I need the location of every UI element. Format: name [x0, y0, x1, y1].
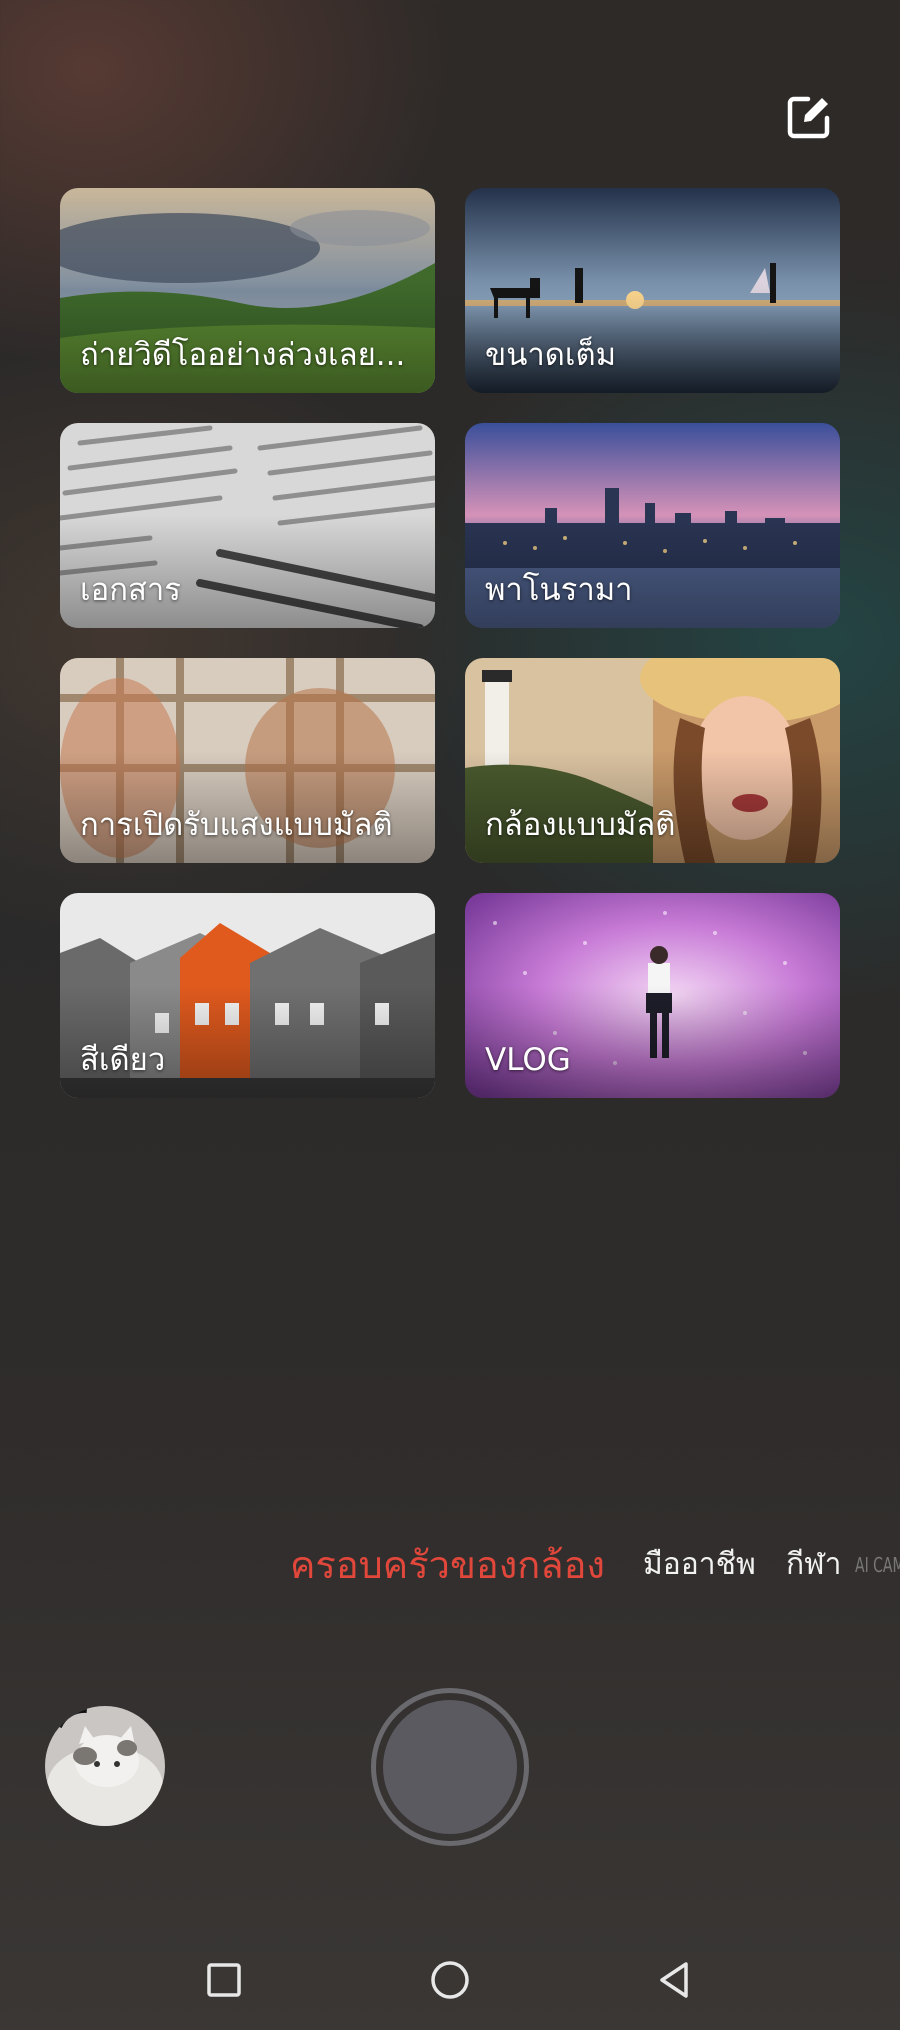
gallery-thumbnail-button[interactable] — [45, 1706, 165, 1826]
square-icon — [207, 1963, 241, 1997]
mode-label: พาโนรามา — [485, 572, 633, 608]
mode-card-vlog[interactable]: VLOG — [465, 893, 840, 1098]
mode-label: ขนาดเต็ม — [485, 337, 617, 373]
tab-camera-family[interactable]: ครอบครัวของกล้อง — [290, 1540, 605, 1590]
mode-card-document[interactable]: เอกสาร — [60, 423, 435, 628]
cat-photo-icon — [45, 1706, 165, 1826]
camera-mode-grid: ถ่ายวิดีโออย่างล่วงเลย... ขนาดเต็ม เอกสา… — [60, 188, 840, 1098]
mode-card-timelapse[interactable]: ถ่ายวิดีโออย่างล่วงเลย... — [60, 188, 435, 393]
triangle-back-icon — [660, 1962, 688, 1998]
mode-label: เอกสาร — [80, 572, 181, 608]
mode-card-multi-camera[interactable]: กล้องแบบมัลติ — [465, 658, 840, 863]
tab-sport[interactable]: กีฬา — [786, 1540, 842, 1590]
tab-pro[interactable]: มืออาชีพ — [643, 1540, 756, 1590]
mode-label: การเปิดรับแสงแบบมัลติ — [80, 807, 393, 843]
home-button[interactable] — [420, 1950, 480, 2010]
camera-mode-tabs: ครอบครัวของกล้อง มืออาชีพ กีฬา AI CAM — [0, 1540, 900, 1590]
edit-button[interactable] — [782, 90, 836, 144]
tab-ai-cam[interactable]: AI CAM — [855, 1540, 900, 1590]
mode-label: ถ่ายวิดีโออย่างล่วงเลย... — [80, 337, 406, 373]
circle-icon — [431, 1961, 469, 1999]
mode-label: กล้องแบบมัลติ — [485, 807, 676, 843]
mode-card-full-size[interactable]: ขนาดเต็ม — [465, 188, 840, 393]
mode-card-mono[interactable]: สีเดียว — [60, 893, 435, 1098]
mode-label: สีเดียว — [80, 1042, 166, 1078]
mode-label: VLOG — [485, 1042, 571, 1078]
shutter-inner — [383, 1700, 517, 1834]
recent-apps-button[interactable] — [194, 1950, 254, 2010]
back-button[interactable] — [644, 1950, 704, 2010]
edit-icon — [787, 96, 830, 139]
system-navigation-bar — [0, 1950, 900, 2010]
mode-card-panorama[interactable]: พาโนรามา — [465, 423, 840, 628]
shutter-button[interactable] — [371, 1688, 529, 1846]
mode-card-multi-exposure[interactable]: การเปิดรับแสงแบบมัลติ — [60, 658, 435, 863]
